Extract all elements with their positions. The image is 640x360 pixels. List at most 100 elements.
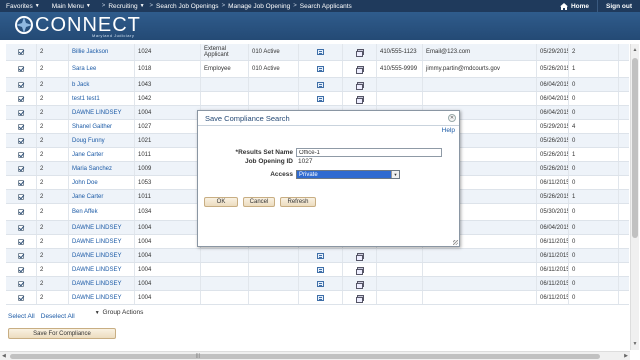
document-icon[interactable] <box>317 252 324 259</box>
chevron-down-icon[interactable]: ▼ <box>391 171 399 178</box>
document-icon[interactable] <box>317 266 324 273</box>
group-actions-menu[interactable]: ▼ Group Actions <box>95 309 144 316</box>
document-icon[interactable] <box>317 280 324 287</box>
applicant-phone <box>376 249 422 262</box>
breadcrumb-search-applicants[interactable]: Search Applicants <box>300 3 352 10</box>
document-icon[interactable] <box>317 95 324 102</box>
applicant-name-link[interactable]: DAWNE LINDSEY <box>68 291 134 304</box>
stack-icon[interactable] <box>356 81 364 90</box>
results-set-name-input[interactable] <box>296 148 442 157</box>
row-number: 2 <box>36 120 68 133</box>
row-select-checkbox[interactable] <box>18 66 24 72</box>
horizontal-scroll-thumb[interactable] <box>10 354 600 359</box>
deselect-all-link[interactable]: Deselect All <box>41 313 75 320</box>
breadcrumb-search-job-openings[interactable]: Search Job Openings <box>156 3 219 10</box>
select-all-link[interactable]: Select All <box>8 313 35 320</box>
applicant-name-link[interactable]: DAWNE LINDSEY <box>68 221 134 234</box>
row-select-checkbox[interactable] <box>18 123 24 130</box>
row-select-checkbox[interactable] <box>18 266 24 273</box>
scroll-down-icon[interactable]: ▼ <box>632 340 638 348</box>
row-select-checkbox[interactable] <box>18 137 24 144</box>
applicant-name-link[interactable]: b Jack <box>68 78 134 91</box>
applicant-name-link[interactable]: Doug Funny <box>68 134 134 147</box>
cancel-button[interactable]: Cancel <box>243 197 275 207</box>
applicant-name-link[interactable]: DAWNE LINDSEY <box>68 235 134 248</box>
applicant-name-link[interactable]: Sara Lee <box>68 61 134 77</box>
row-end-cell <box>618 44 629 60</box>
row-select-checkbox[interactable] <box>18 179 24 186</box>
favorites-label: Favorites <box>6 2 33 10</box>
vertical-scroll-thumb[interactable] <box>632 58 638 238</box>
row-select-checkbox[interactable] <box>18 238 24 245</box>
applicant-email <box>422 92 536 105</box>
scroll-right-icon[interactable]: ▶ <box>624 353 628 359</box>
applicant-name-link[interactable]: Shanel Gaither <box>68 120 134 133</box>
stack-icon[interactable] <box>356 252 364 261</box>
row-select-cell <box>6 134 36 147</box>
row-number: 2 <box>36 263 68 276</box>
row-number: 2 <box>36 78 68 91</box>
document-icon[interactable] <box>317 66 324 72</box>
applicant-name-link[interactable]: DAWNE LINDSEY <box>68 263 134 276</box>
home-link[interactable]: Home <box>552 2 597 10</box>
breadcrumb-manage-job-opening[interactable]: Manage Job Opening <box>228 3 290 10</box>
applied-date: 06/11/2015 <box>536 249 568 262</box>
row-select-checkbox[interactable] <box>18 294 24 301</box>
row-select-checkbox[interactable] <box>18 81 24 88</box>
document-icon[interactable] <box>317 81 324 88</box>
application-count: 0 <box>568 291 618 304</box>
row-select-checkbox[interactable] <box>18 252 24 259</box>
sign-out-link[interactable]: Sign out <box>597 0 640 12</box>
applicant-phone <box>376 291 422 304</box>
applicant-name-link[interactable]: DAWNE LINDSEY <box>68 277 134 290</box>
row-select-checkbox[interactable] <box>18 95 24 102</box>
applicant-name-link[interactable]: DAWNE LINDSEY <box>68 249 134 262</box>
row-select-checkbox[interactable] <box>18 193 24 200</box>
applicant-status <box>248 291 298 304</box>
applicant-name-link[interactable]: Billie Jackson <box>68 44 134 60</box>
refresh-button[interactable]: Refresh <box>280 197 316 207</box>
table-row: 2 DAWNE LINDSEY 1004 06/11/2015 0 <box>6 277 629 291</box>
applicant-name-link[interactable]: John Doe <box>68 176 134 189</box>
stack-icon[interactable] <box>356 66 364 74</box>
vertical-scrollbar[interactable]: ▲ ▼ <box>630 44 639 350</box>
help-link[interactable]: Help <box>442 127 455 134</box>
row-select-checkbox[interactable] <box>18 209 24 215</box>
row-select-checkbox[interactable] <box>18 165 24 172</box>
applicant-status <box>248 78 298 91</box>
stack-icon[interactable] <box>356 280 364 289</box>
row-select-checkbox[interactable] <box>18 49 24 55</box>
applicant-name-link[interactable]: DAWNE LINDSEY <box>68 106 134 119</box>
horizontal-scrollbar[interactable]: ◀ ||| ▶ <box>0 351 630 360</box>
favorites-menu[interactable]: Favorites ▼ <box>0 0 46 12</box>
stack-icon[interactable] <box>356 266 364 275</box>
resize-grip-icon[interactable] <box>453 240 458 245</box>
row-select-checkbox[interactable] <box>18 109 24 116</box>
row-select-checkbox[interactable] <box>18 280 24 287</box>
stack-icon[interactable] <box>356 95 364 104</box>
attachments-cell <box>342 249 376 262</box>
close-icon[interactable]: ✕ <box>448 114 456 122</box>
applicant-name-link[interactable]: test1 test1 <box>68 92 134 105</box>
stack-icon[interactable] <box>356 294 364 303</box>
breadcrumb-recruiting[interactable]: Recruiting <box>108 3 137 10</box>
row-select-checkbox[interactable] <box>18 224 24 231</box>
main-menu[interactable]: Main Menu ▼ <box>46 0 97 12</box>
applicant-name-link[interactable]: Maria Sanchez <box>68 162 134 175</box>
row-select-checkbox[interactable] <box>18 151 24 158</box>
applicant-id: 1043 <box>134 78 200 91</box>
access-select[interactable]: Private ▼ <box>296 170 400 179</box>
scroll-grip-icon: ||| <box>196 353 200 359</box>
brand-tagline: Maryland Judiciary <box>92 33 135 38</box>
scroll-left-icon[interactable]: ◀ <box>2 353 6 359</box>
applicant-name-link[interactable]: Jane Carter <box>68 190 134 203</box>
applicant-name-link[interactable]: Jane Carter <box>68 148 134 161</box>
row-select-cell <box>6 190 36 203</box>
applicant-name-link[interactable]: Ben Affek <box>68 204 134 220</box>
document-icon[interactable] <box>317 49 324 55</box>
ok-button[interactable]: OK <box>204 197 238 207</box>
stack-icon[interactable] <box>356 49 364 57</box>
scroll-up-icon[interactable]: ▲ <box>632 46 638 54</box>
save-for-compliance-button[interactable]: Save For Compliance <box>8 328 116 339</box>
document-icon[interactable] <box>317 294 324 301</box>
